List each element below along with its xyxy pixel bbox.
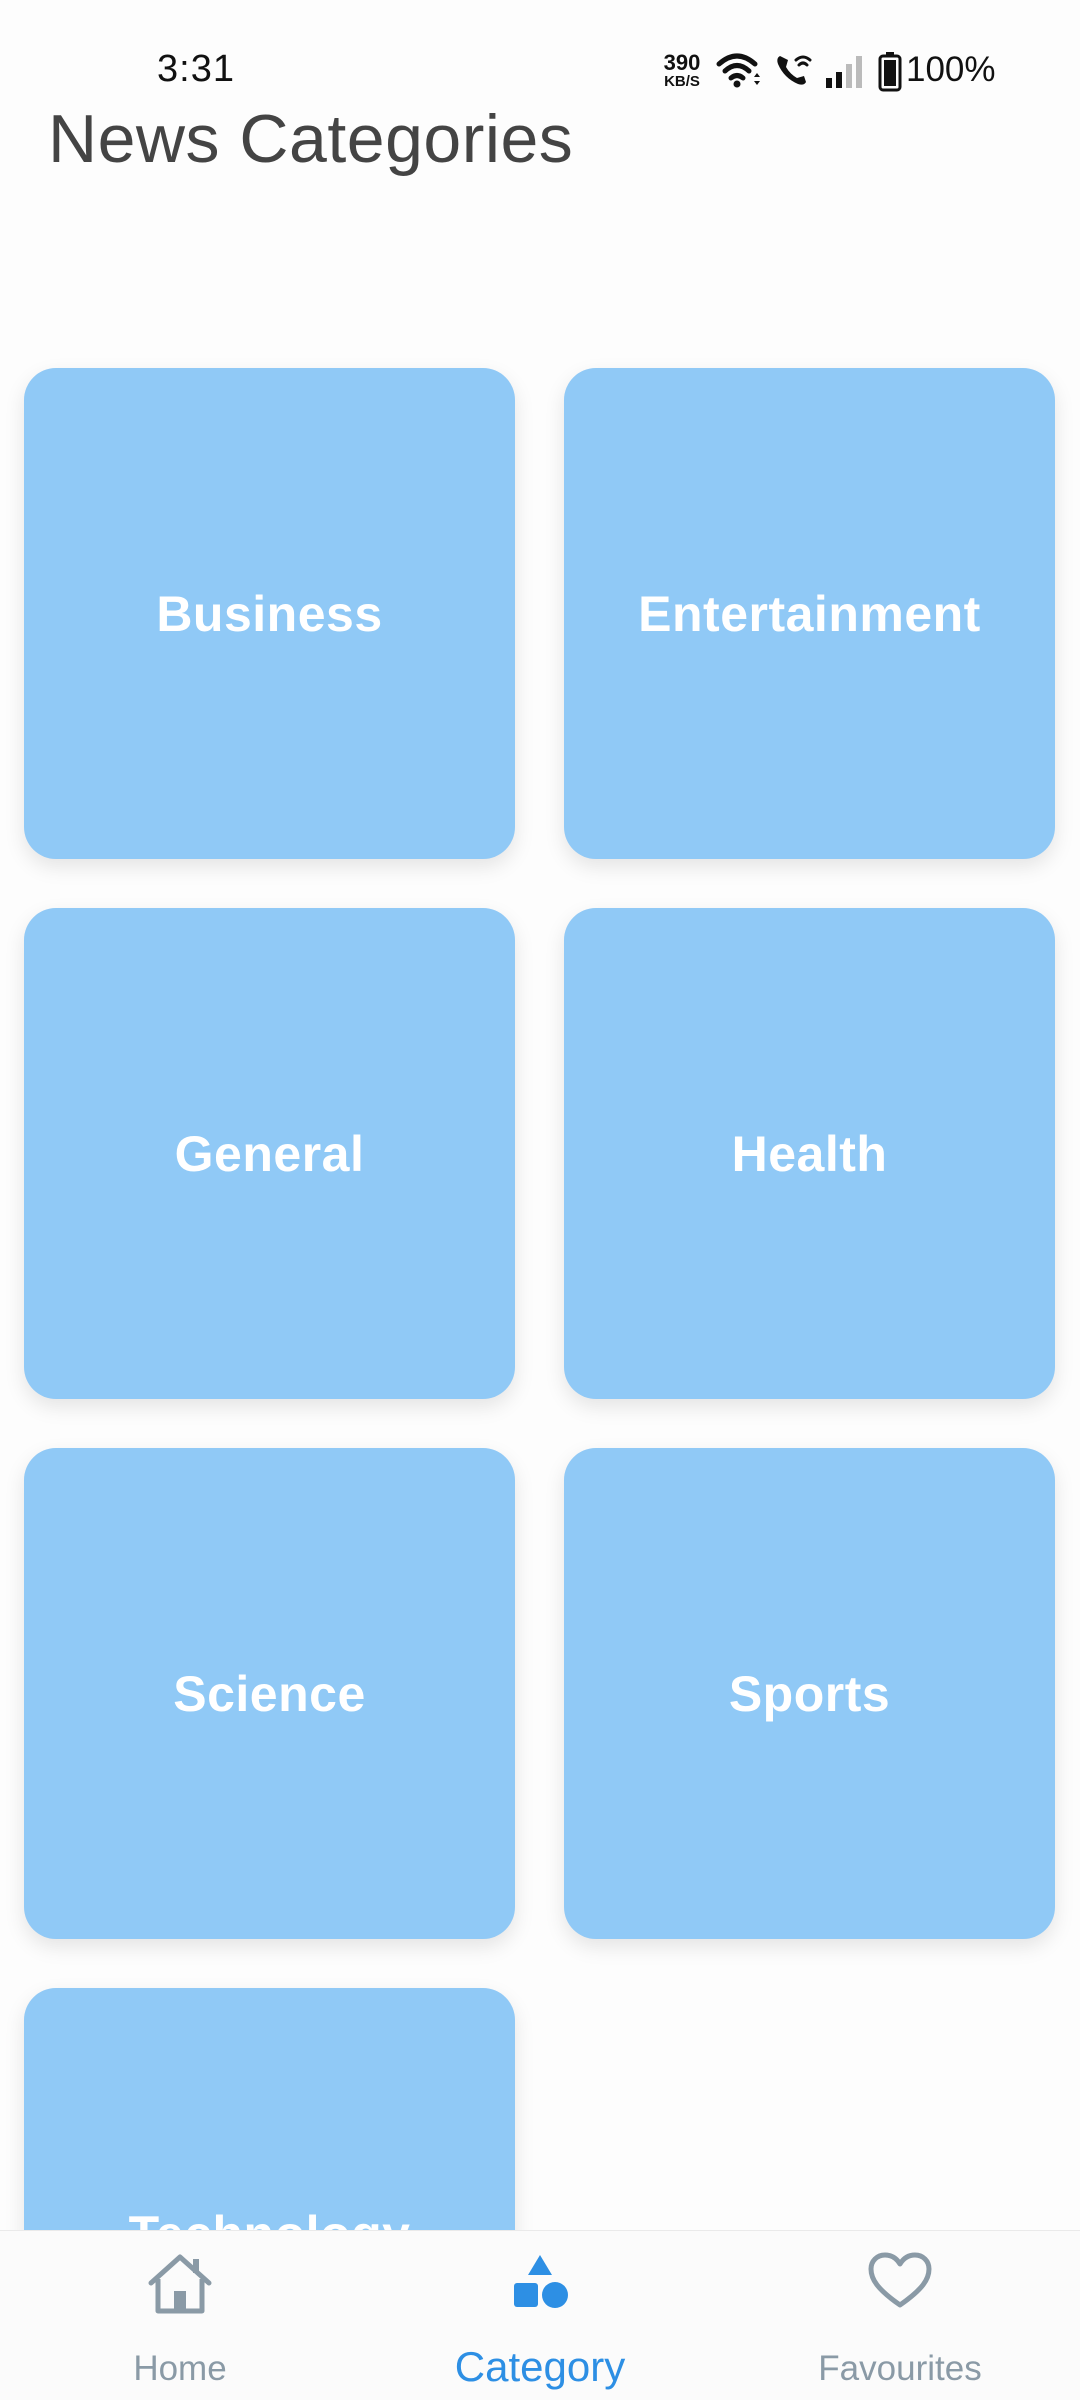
category-label: Health <box>731 1125 888 1182</box>
category-label: Business <box>156 585 383 642</box>
battery-icon <box>878 52 902 92</box>
category-tile-entertainment[interactable]: Entertainment <box>564 368 1055 859</box>
wifi-icon <box>716 53 760 88</box>
category-tile-general[interactable]: General <box>24 908 515 1399</box>
category-tile-technology[interactable]: Technology <box>24 1988 515 2230</box>
category-label: Sports <box>728 1665 891 1722</box>
home-icon <box>148 2254 212 2314</box>
battery-percent: 100% <box>906 50 996 89</box>
status-bar: 3:31 390 KB/S 100% <box>0 0 1080 110</box>
wifi-call-icon <box>777 55 812 85</box>
nav-item-home[interactable]: Home <box>30 2231 330 2400</box>
network-speed: 390 KB/S <box>658 50 706 90</box>
category-label: Technology <box>129 2205 411 2231</box>
category-label: Science <box>173 1665 366 1722</box>
category-tile-business[interactable]: Business <box>24 368 515 859</box>
nav-item-category[interactable]: Category <box>390 2231 690 2400</box>
category-label: General <box>174 1125 365 1182</box>
network-speed-value: 390 <box>663 50 701 75</box>
heart-icon <box>868 2252 932 2308</box>
status-time: 3:31 <box>157 48 235 90</box>
nav-label-favourites: Favourites <box>818 2349 982 2388</box>
category-tile-health[interactable]: Health <box>564 908 1055 1399</box>
signal-icon <box>826 56 862 88</box>
app-screen: Business Entertainment General Health Sc… <box>0 0 1080 2400</box>
category-grid[interactable]: Business Entertainment General Health Sc… <box>0 0 1080 2230</box>
page-title: News Categories <box>48 101 574 177</box>
category-label: Entertainment <box>638 585 981 642</box>
category-tile-sports[interactable]: Sports <box>564 1448 1055 1939</box>
category-tile-science[interactable]: Science <box>24 1448 515 1939</box>
network-speed-unit: KB/S <box>664 73 700 90</box>
bottom-navigation: Home Category Favourites <box>0 2230 1080 2400</box>
category-icon <box>514 2255 568 2308</box>
nav-item-favourites[interactable]: Favourites <box>750 2231 1050 2400</box>
nav-label-home: Home <box>133 2349 227 2388</box>
nav-label-category: Category <box>454 2343 626 2390</box>
